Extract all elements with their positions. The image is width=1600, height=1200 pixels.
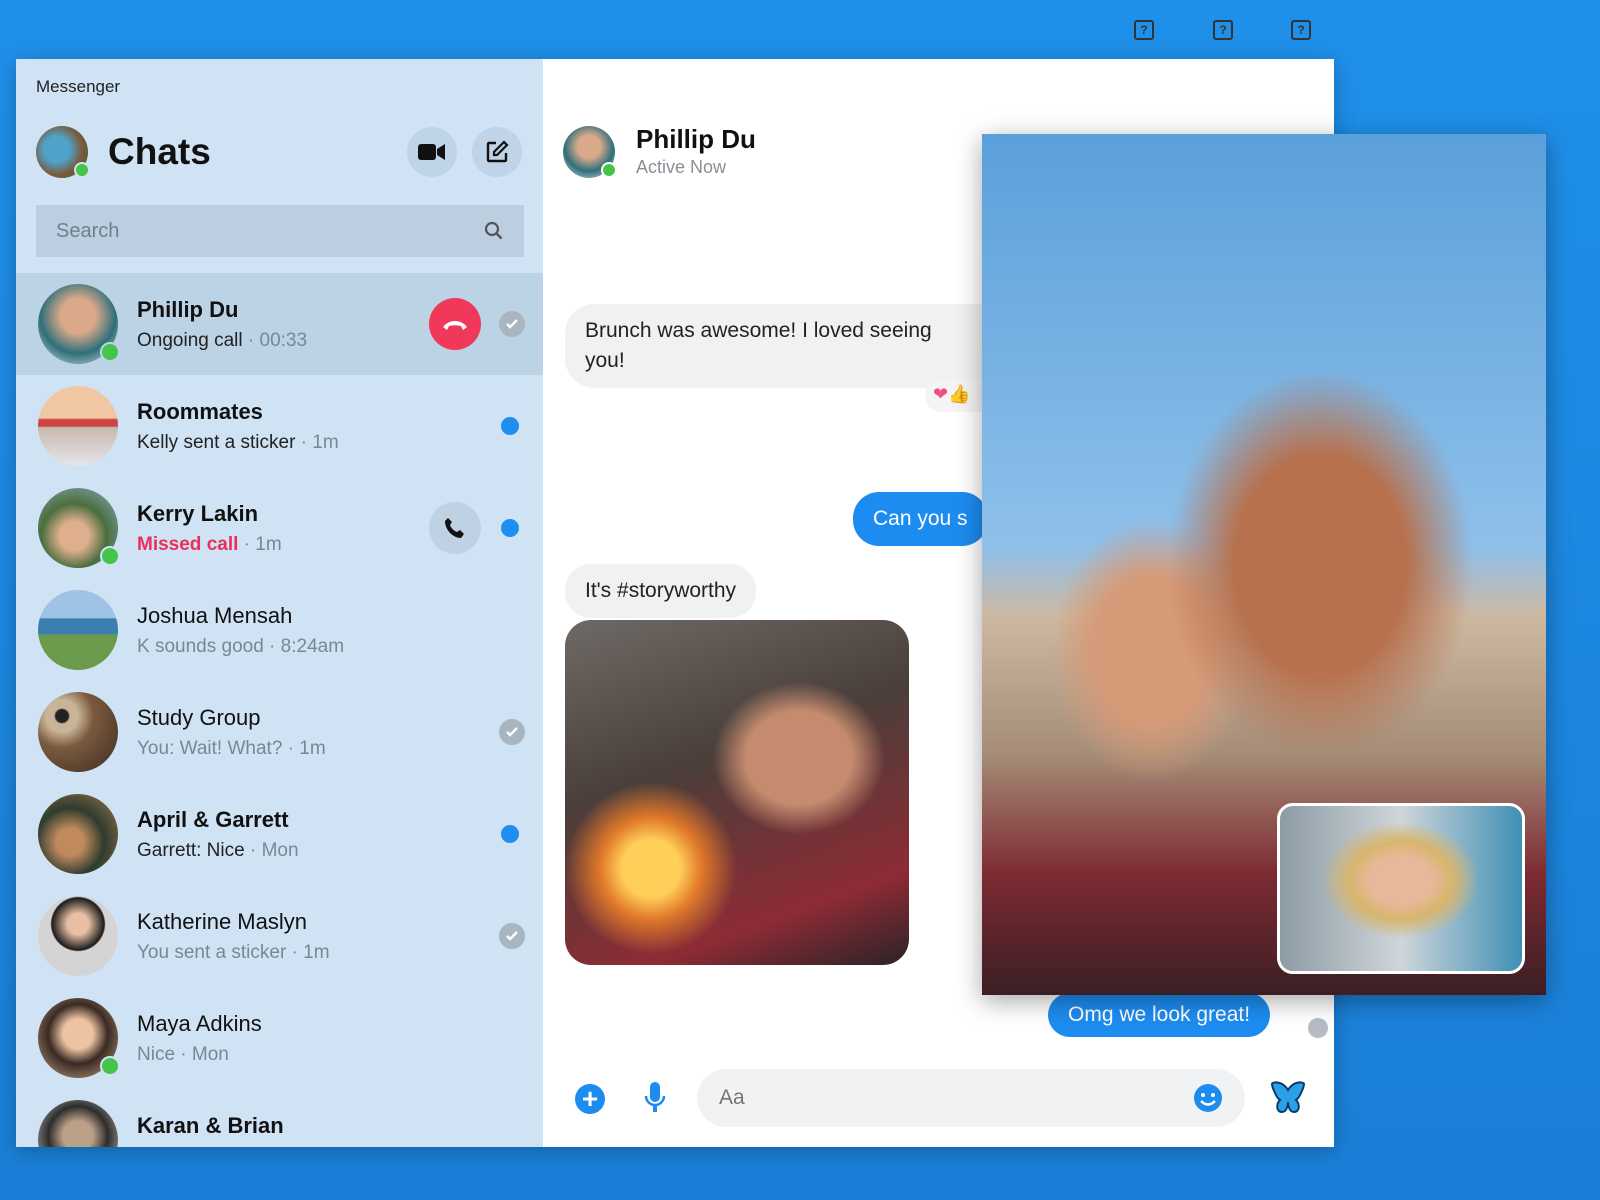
chat-preview: Kelly sent a sticker · 1m — [137, 432, 339, 453]
chat-avatar — [38, 590, 118, 670]
chat-preview: Ongoing call · 00:33 — [137, 330, 308, 351]
video-camera-icon — [418, 144, 445, 160]
message-bubble: It's #storyworthy — [565, 564, 757, 618]
microphone-icon[interactable] — [644, 1082, 666, 1116]
chat-name: Karan & Brian — [137, 1113, 284, 1138]
chat-name: Joshua Mensah — [137, 603, 293, 628]
phone-icon — [445, 518, 464, 538]
app-title: Messenger — [36, 77, 121, 96]
video-call-self-preview[interactable] — [1277, 803, 1525, 974]
chat-name: Kerry Lakin — [137, 501, 259, 526]
message-text: Brunch was awesome! I loved seeing — [585, 319, 932, 342]
chat-list-item[interactable]: Study Group You: Wait! What? · 1m — [16, 681, 543, 783]
seen-indicator-icon — [499, 719, 525, 745]
shared-photo[interactable] — [565, 620, 909, 965]
emoji-icon[interactable] — [1193, 1083, 1223, 1113]
chat-preview: You sent a sticker · 1m — [137, 942, 330, 963]
end-call-button[interactable] — [429, 298, 481, 350]
chat-list-item[interactable]: Roommates Kelly sent a sticker · 1m — [16, 375, 543, 477]
profile-avatar[interactable] — [36, 126, 90, 178]
chat-preview: Nice · Mon — [137, 1044, 229, 1065]
chat-avatar — [38, 488, 120, 568]
sidebar: Messenger Chats Phillip Du Ongoing call ·… — [16, 59, 543, 1147]
message-bubble: Can you s — [853, 492, 988, 546]
chat-name: April & Garrett — [137, 807, 289, 832]
online-indicator — [100, 1056, 120, 1076]
hang-up-icon — [443, 321, 467, 330]
butterfly-icon[interactable] — [1270, 1080, 1306, 1116]
contact-avatar[interactable] — [563, 126, 617, 178]
chat-list-item[interactable]: April & Garrett Garrett: Nice · Mon — [16, 783, 543, 885]
seen-indicator-icon — [499, 923, 525, 949]
chat-list-item[interactable]: Maya Adkins Nice · Mon — [16, 987, 543, 1089]
chat-list-item[interactable]: Phillip Du Ongoing call · 00:33 — [16, 273, 543, 375]
message-text: Omg we look great! — [1068, 1003, 1251, 1026]
message-bubble: Brunch was awesome! I loved seeing you! — [565, 304, 1005, 388]
chat-avatar — [38, 386, 118, 466]
chat-name: Maya Adkins — [137, 1011, 262, 1036]
chat-list-item[interactable]: Katherine Maslyn You sent a sticker · 1m — [16, 885, 543, 987]
chat-avatar — [38, 284, 120, 364]
chat-preview: You: Wait! What? · 1m — [137, 738, 326, 759]
page-title: Chats — [108, 131, 211, 172]
message-text: you! — [585, 349, 625, 372]
chat-name: Roommates — [137, 399, 263, 424]
chat-avatar — [38, 998, 120, 1078]
chat-preview: Missed call · 1m — [137, 534, 282, 555]
add-attachment-button[interactable]: + — [575, 1084, 605, 1114]
call-back-button[interactable] — [429, 502, 481, 554]
plus-icon: + — [581, 1083, 599, 1114]
online-indicator — [601, 162, 617, 178]
unread-indicator — [501, 417, 519, 435]
message-text: It's #storyworthy — [585, 579, 737, 602]
contact-status: Active Now — [636, 157, 727, 177]
search-input[interactable] — [56, 219, 456, 243]
message-input[interactable] — [719, 1086, 1159, 1110]
message-composer[interactable] — [697, 1069, 1245, 1127]
toolbar-icon-2[interactable]: ? — [1213, 20, 1233, 40]
compose-button[interactable] — [472, 127, 522, 177]
chat-name: Phillip Du — [137, 297, 239, 322]
online-indicator — [74, 162, 90, 178]
message-text: Can you s — [873, 507, 968, 530]
chat-preview: Garrett: Nice · Mon — [137, 840, 299, 861]
chat-list-item[interactable]: Kerry Lakin Missed call · 1m — [16, 477, 543, 579]
compose-icon — [486, 140, 509, 163]
video-call-button[interactable] — [407, 127, 457, 177]
online-indicator — [100, 342, 120, 362]
chat-avatar — [38, 1100, 118, 1147]
unread-indicator — [501, 825, 519, 843]
chat-avatar — [38, 692, 118, 772]
chat-avatar — [38, 896, 118, 976]
seen-indicator-icon — [499, 311, 525, 337]
chat-list-item[interactable]: Joshua Mensah K sounds good · 8:24am — [16, 579, 543, 681]
seen-indicator-icon — [1308, 1018, 1328, 1038]
chat-list-item[interactable]: Karan & Brian — [16, 1089, 543, 1147]
chat-name: Katherine Maslyn — [137, 909, 307, 934]
unread-indicator — [501, 519, 519, 537]
online-indicator — [100, 546, 120, 566]
message-bubble: Omg we look great! — [1048, 993, 1271, 1037]
search-icon — [484, 221, 503, 240]
chat-name: Study Group — [137, 705, 261, 730]
chat-avatar — [38, 794, 118, 874]
toolbar-icon-1[interactable]: ? — [1134, 20, 1154, 40]
contact-name: Phillip Du — [636, 124, 756, 154]
chat-preview: K sounds good · 8:24am — [137, 636, 345, 657]
search-bar[interactable] — [36, 205, 524, 257]
toolbar-icon-3[interactable]: ? — [1291, 20, 1311, 40]
